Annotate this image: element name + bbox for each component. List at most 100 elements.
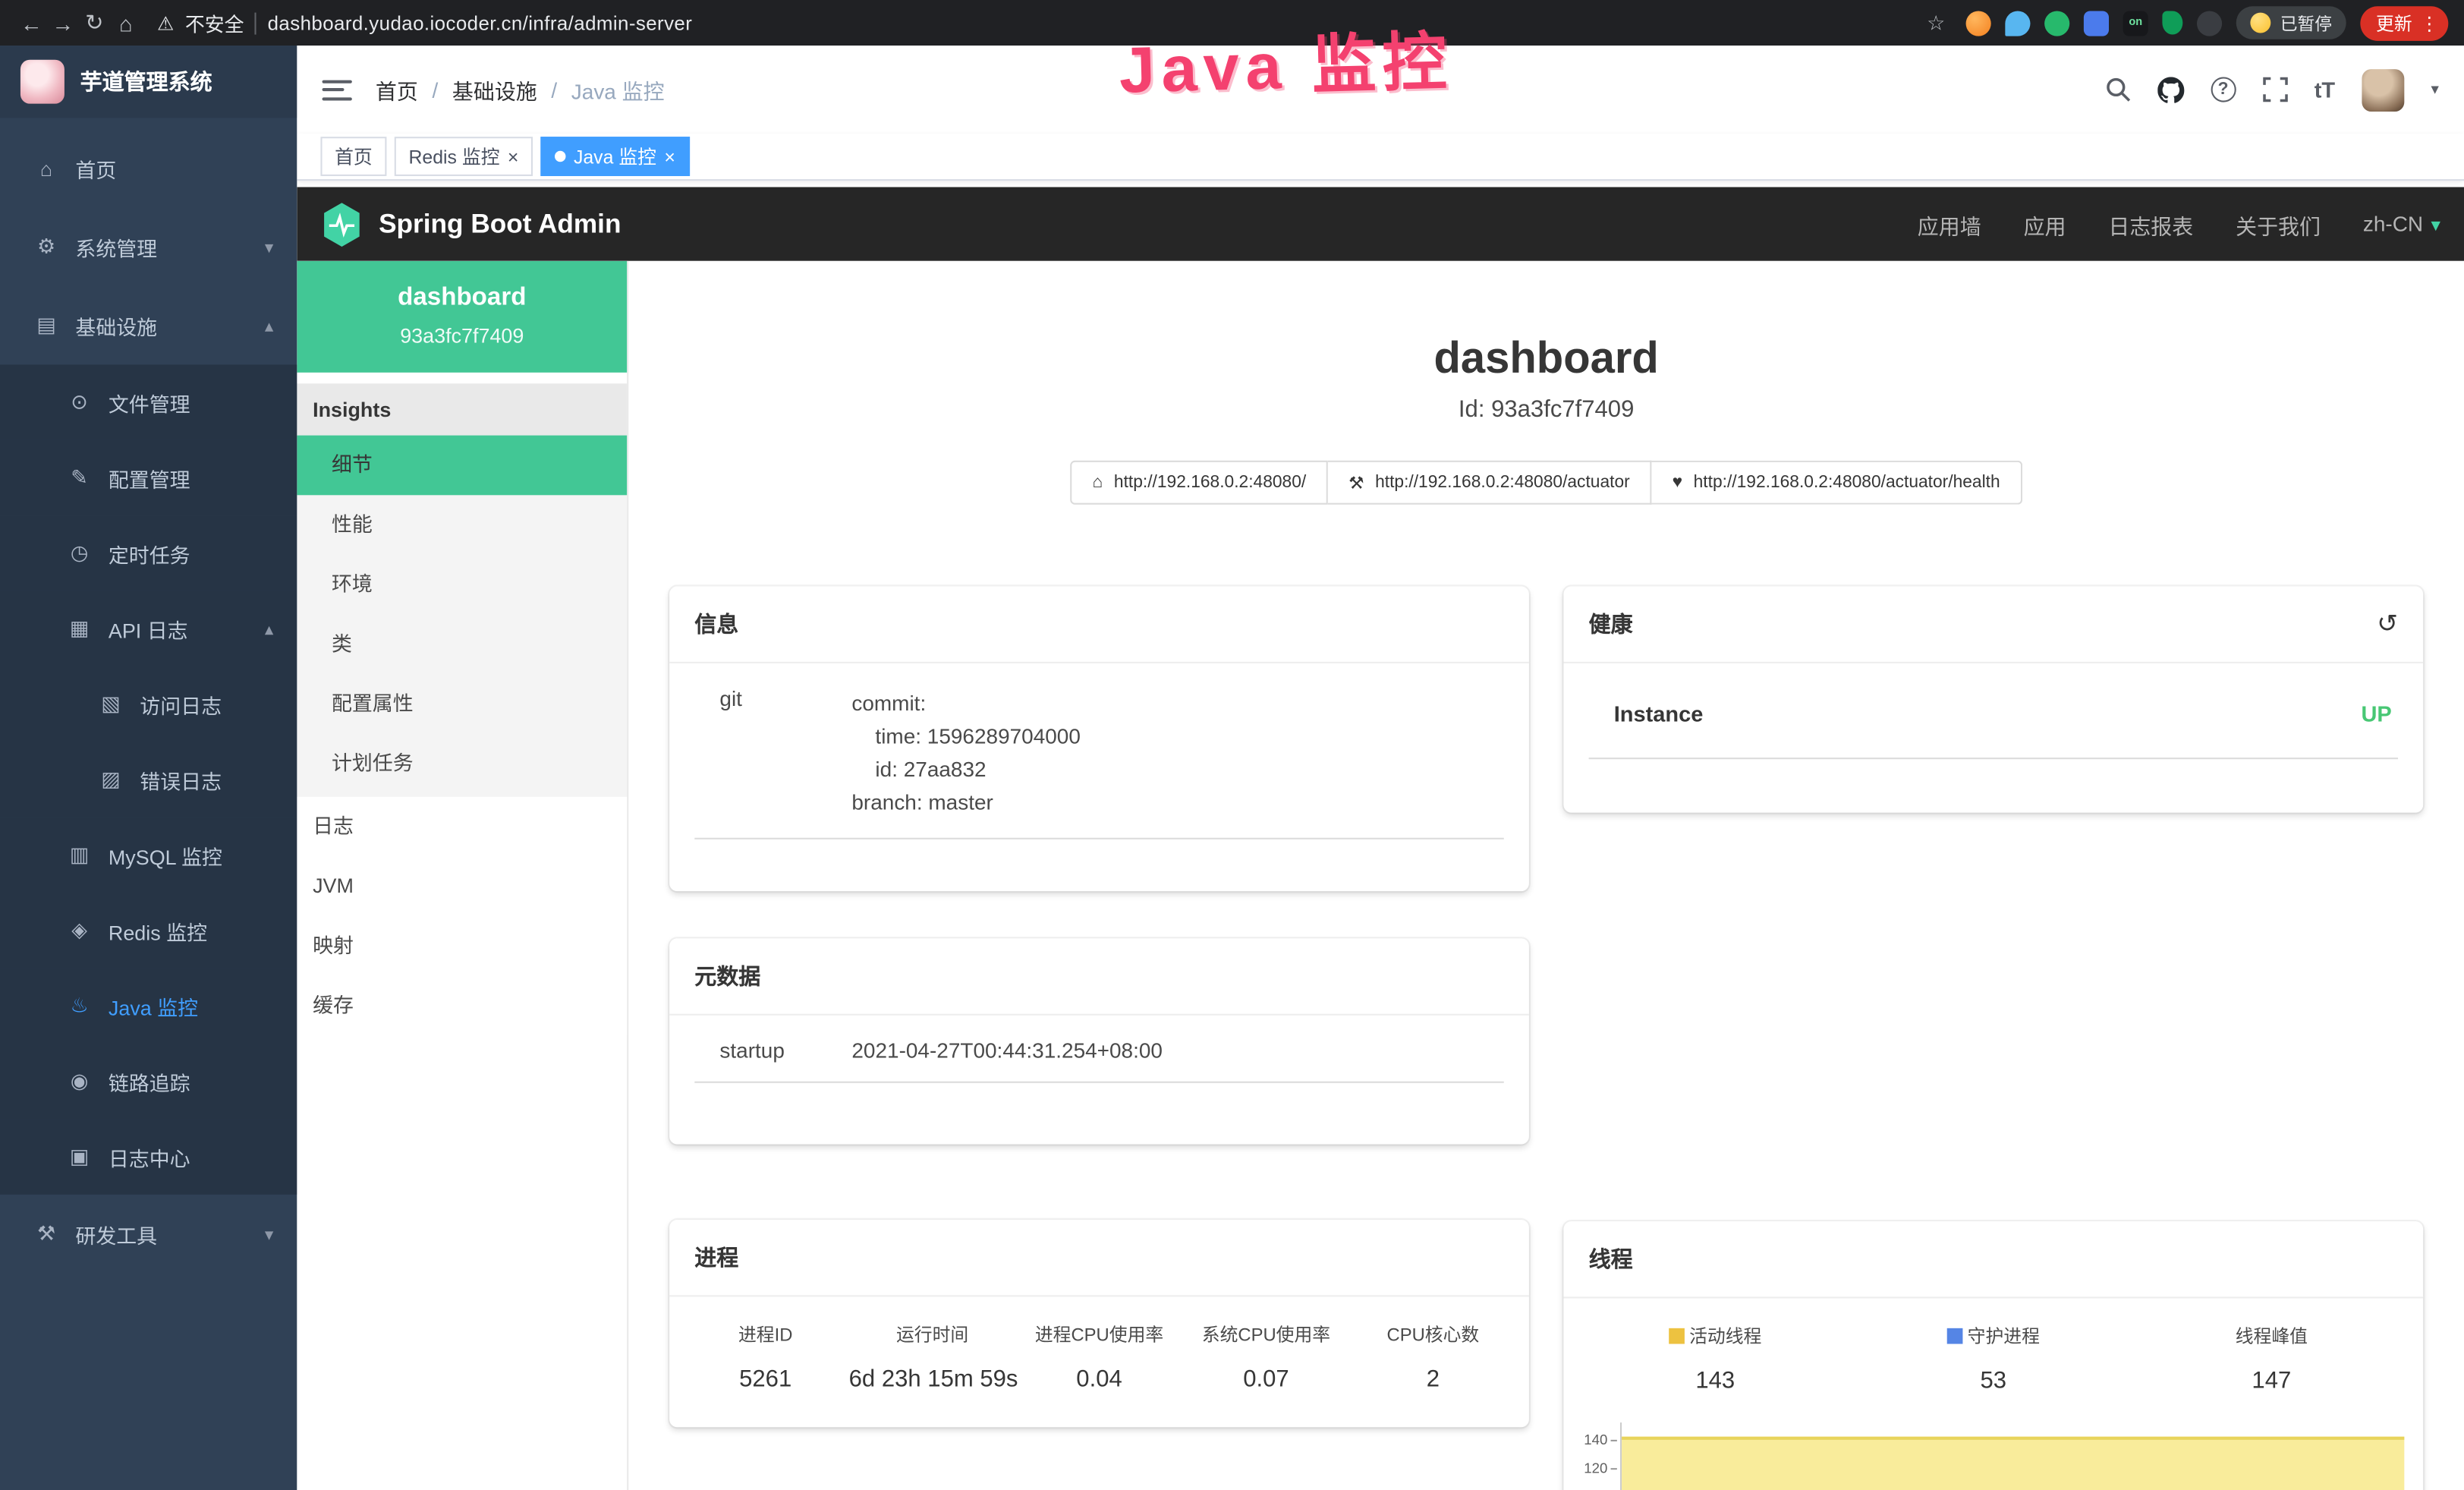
instance-urls: ⌂ http://192.168.0.2:48080/ ⚒ http://192… (628, 461, 2464, 505)
tab-java-monitor[interactable]: Java 监控 × (540, 137, 689, 176)
timer-icon: ◷ (68, 540, 91, 565)
breadcrumb-infrastructure[interactable]: 基础设施 (452, 74, 537, 105)
sba-item-scheduled-tasks[interactable]: 计划任务 (297, 734, 627, 794)
sidebar-item-tracing[interactable]: ◉ 链路追踪 (0, 1044, 297, 1119)
paused-badge[interactable]: 已暂停 (2236, 6, 2346, 39)
sba-navbar: Spring Boot Admin 应用墙 应用 日志报表 关于我们 zh-CN… (297, 187, 2464, 260)
tab-redis-monitor[interactable]: Redis 监控 × (395, 137, 533, 176)
chevron-down-icon: ▾ (265, 1224, 273, 1244)
font-size-icon[interactable]: tT (2315, 77, 2335, 102)
actuator-url-button[interactable]: ⚒ http://192.168.0.2:48080/actuator (1328, 461, 1651, 505)
sba-item-environment[interactable]: 环境 (297, 555, 627, 615)
sba-item-logs[interactable]: 日志 (297, 797, 627, 857)
sba-item-details[interactable]: 细节 (297, 436, 627, 496)
extension-icon-blue-drop[interactable] (2005, 10, 2030, 35)
column-header: 运行时间 (849, 1322, 1016, 1347)
sba-body: dashboard 93a3fc7f7409 Insights 细节 性能 环境… (297, 261, 2464, 1490)
sidebar-item-system-management[interactable]: ⚙ 系统管理 ▾ (0, 207, 297, 286)
sidebar-item-home[interactable]: ⌂ 首页 (0, 129, 297, 208)
sba-item-metrics[interactable]: 性能 (297, 495, 627, 555)
sidebar-item-config-management[interactable]: ✎ 配置管理 (0, 440, 297, 515)
service-url-button[interactable]: ⌂ http://192.168.0.2:48080/ (1071, 461, 1329, 505)
sba-brand-label: Spring Boot Admin (379, 208, 621, 239)
nav-about[interactable]: 关于我们 (2236, 208, 2321, 239)
browser-home-icon[interactable]: ⌂ (110, 10, 141, 35)
forward-icon[interactable]: → (47, 10, 78, 35)
sba-item-config-props[interactable]: 配置属性 (297, 674, 627, 734)
locale-selector[interactable]: zh-CN ▾ (2363, 213, 2440, 236)
column-header: 进程ID (682, 1322, 849, 1347)
chevron-down-icon[interactable]: ▾ (2431, 81, 2438, 99)
column-value: 0.07 (1183, 1366, 1350, 1393)
app-logo-area[interactable]: 芋道管理系统 (0, 46, 297, 118)
sidebar-item-api-logs[interactable]: ▦ API 日志 ▴ (0, 591, 297, 666)
git-branch-line: branch: master (851, 786, 1081, 818)
fullscreen-icon[interactable] (2262, 77, 2287, 102)
database-icon: ▥ (68, 843, 91, 868)
sidebar-item-dev-tools[interactable]: ⚒ 研发工具 ▾ (0, 1195, 297, 1274)
sidebar-item-scheduled-tasks[interactable]: ◷ 定时任务 (0, 515, 297, 591)
user-avatar[interactable] (2362, 68, 2404, 111)
back-icon[interactable]: ← (16, 10, 47, 35)
hamburger-icon[interactable] (323, 80, 352, 100)
instance-header[interactable]: dashboard 93a3fc7f7409 (297, 261, 627, 373)
extension-icon-green-leaf[interactable] (2162, 11, 2182, 34)
sidebar-item-label: API 日志 (109, 614, 188, 644)
breadcrumb-home[interactable]: 首页 (376, 74, 418, 105)
health-row-instance: Instance UP (1589, 663, 2398, 759)
sidebar-item-mysql-monitor[interactable]: ▥ MySQL 监控 (0, 817, 297, 893)
sba-brand[interactable]: Spring Boot Admin (320, 200, 621, 247)
threads-chart: 140 120 100 (1576, 1422, 2404, 1490)
sidebar-item-error-logs[interactable]: ▨ 错误日志 (0, 742, 297, 817)
sba-item-jvm[interactable]: JVM (297, 857, 627, 917)
url-text[interactable]: dashboard.yudao.iocoder.cn/infra/admin-s… (268, 12, 693, 34)
metadata-card-title: 元数据 (669, 938, 1529, 1015)
sidebar-item-redis-monitor[interactable]: ◈ Redis 监控 (0, 893, 297, 968)
search-icon[interactable] (2105, 77, 2130, 102)
close-icon[interactable]: × (664, 147, 675, 166)
update-button[interactable]: 更新 ⋮ (2360, 5, 2448, 40)
nav-journal[interactable]: 日志报表 (2108, 208, 2193, 239)
bookmark-star-icon[interactable]: ☆ (1921, 10, 1952, 35)
health-url-button[interactable]: ♥ http://192.168.0.2:48080/actuator/heal… (1652, 461, 2022, 505)
legend-value: 143 (1576, 1368, 1855, 1394)
address-bar[interactable]: ⚠ 不安全 dashboard.yudao.iocoder.cn/infra/a… (157, 8, 692, 37)
extension-icon-on-badge[interactable]: on (2123, 10, 2148, 35)
extension-icon-blue-grid[interactable] (2084, 10, 2109, 35)
sidebar-item-log-center[interactable]: ▣ 日志中心 (0, 1119, 297, 1194)
github-icon[interactable] (2157, 76, 2184, 102)
y-tick: 120 (1576, 1454, 1620, 1482)
page-instance-id: Id: 93a3fc7f7409 (628, 396, 2464, 423)
history-icon[interactable]: ↺ (2377, 608, 2398, 639)
sidebar-item-java-monitor[interactable]: ♨ Java 监控 (0, 969, 297, 1044)
app-title: 芋道管理系统 (80, 66, 212, 97)
help-icon[interactable]: ? (2211, 77, 2236, 102)
extension-icon-orange[interactable] (1966, 10, 1991, 35)
sba-item-caches[interactable]: 缓存 (297, 976, 627, 1036)
legend-label: 线程峰值 (2236, 1324, 2308, 1349)
legend-label: 活动线程 (1689, 1324, 1761, 1349)
sidebar-item-infrastructure[interactable]: ▤ 基础设施 ▴ (0, 286, 297, 365)
sidebar-item-file-management[interactable]: ⊙ 文件管理 (0, 364, 297, 439)
info-card: 信息 git commit: time: 1596289704000 id: 2… (669, 586, 1529, 891)
left-column: 信息 git commit: time: 1596289704000 id: 2… (669, 586, 1529, 1427)
security-warning-icon[interactable]: ⚠ (157, 12, 174, 34)
status-badge: UP (2361, 701, 2398, 726)
column-value: 6d 23h 15m 59s (849, 1366, 1016, 1393)
reload-icon[interactable]: ↻ (79, 9, 110, 36)
close-icon[interactable]: × (508, 147, 519, 166)
extension-icon-green-circle[interactable] (2044, 10, 2069, 35)
nav-applications[interactable]: 应用 (2024, 208, 2066, 239)
breadcrumb-current: Java 监控 (571, 74, 665, 105)
sba-item-mappings[interactable]: 映射 (297, 916, 627, 976)
sba-item-classes[interactable]: 类 (297, 615, 627, 675)
nav-wallboard[interactable]: 应用墙 (1918, 208, 1981, 239)
sidebar-item-access-logs[interactable]: ▧ 访问日志 (0, 666, 297, 742)
process-col-uptime: 运行时间 6d 23h 15m 59s (849, 1322, 1016, 1393)
tab-home[interactable]: 首页 (320, 137, 386, 176)
service-url-label: http://192.168.0.2:48080/ (1114, 473, 1306, 492)
browser-menu-icon[interactable]: ⋮ (2420, 12, 2439, 34)
legend-daemon-threads: 守护进程 53 (1855, 1324, 2133, 1394)
extension-icon-paw[interactable] (2197, 10, 2222, 35)
file-icon: ⊙ (68, 390, 91, 415)
